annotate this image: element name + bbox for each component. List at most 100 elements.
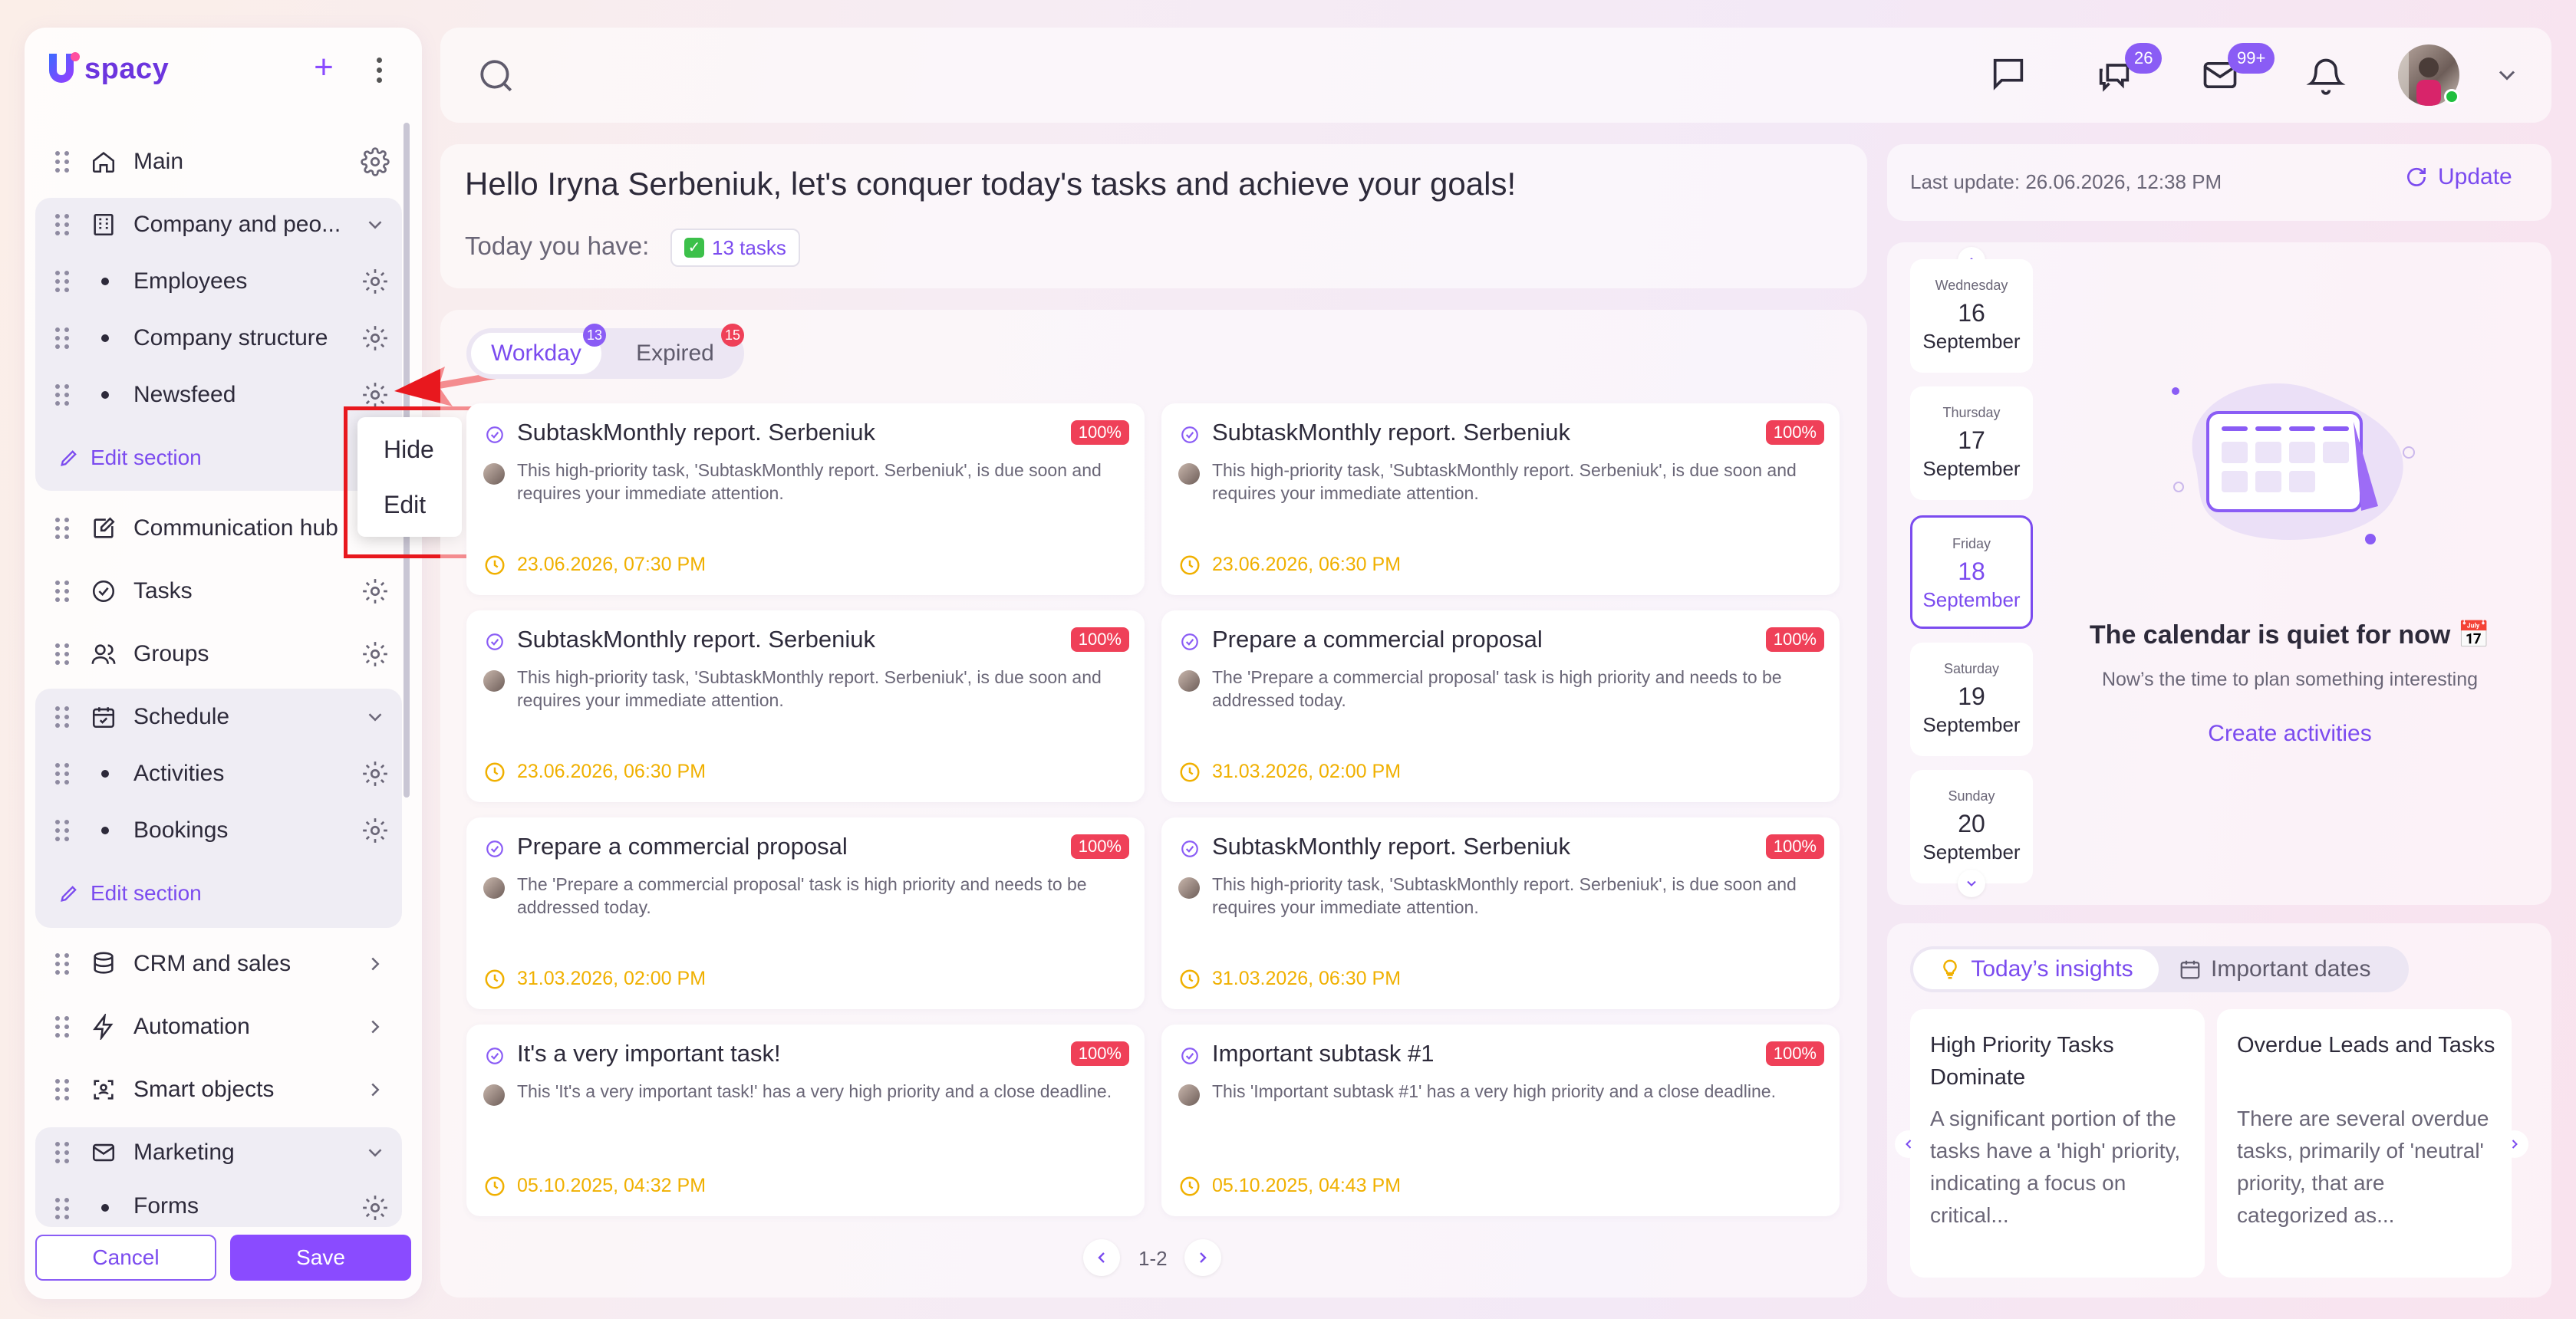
chat-icon[interactable]: [1988, 54, 2028, 94]
chevron-down-icon[interactable]: [364, 213, 387, 236]
workday-badge: 13: [583, 324, 606, 347]
next-page-button[interactable]: [1184, 1239, 1221, 1276]
tab-workday[interactable]: Workday: [471, 333, 601, 374]
task-card[interactable]: Prepare a commercial proposal 100% The 'Pr…: [1161, 610, 1840, 802]
insights-prev-button[interactable]: [1895, 1130, 1922, 1158]
gear-icon[interactable]: [361, 267, 390, 296]
gear-icon[interactable]: [361, 324, 390, 353]
drag-handle-icon[interactable]: [55, 763, 69, 784]
task-check-icon: [1181, 840, 1198, 857]
drag-handle-icon[interactable]: [55, 327, 69, 349]
calendar-day-19[interactable]: Saturday 19 September: [1910, 643, 2033, 756]
sidebar-item-label: Smart objects: [133, 1077, 275, 1102]
task-title: It's a very important task!: [517, 1040, 781, 1067]
drag-handle-icon[interactable]: [55, 384, 69, 406]
logo[interactable]: spacy: [44, 48, 169, 90]
gear-icon[interactable]: [361, 1193, 390, 1222]
task-card[interactable]: Prepare a commercial proposal 100% The 'Pr…: [466, 817, 1145, 1009]
bell-icon[interactable]: [2306, 55, 2346, 95]
edit-section-link[interactable]: Edit section: [58, 874, 202, 913]
assignee-avatar: [1178, 463, 1200, 485]
prev-page-button[interactable]: [1083, 1239, 1120, 1276]
sidebar-item-label: Schedule: [133, 704, 230, 729]
cancel-button[interactable]: Cancel: [35, 1235, 216, 1281]
sidebar-item-marketing[interactable]: Marketing: [46, 1126, 399, 1179]
drag-handle-icon[interactable]: [55, 151, 69, 173]
sidebar-item-forms[interactable]: Forms: [46, 1182, 399, 1230]
chevron-right-icon[interactable]: [364, 952, 387, 975]
edit-section-link[interactable]: Edit section: [58, 439, 202, 477]
drag-handle-icon[interactable]: [55, 1142, 69, 1163]
chevron-right-icon[interactable]: [364, 1015, 387, 1038]
drag-handle-icon[interactable]: [55, 1198, 69, 1219]
drag-handle-icon[interactable]: [55, 1016, 69, 1038]
building-icon: [94, 213, 114, 236]
more-vertical-icon[interactable]: [364, 51, 394, 89]
chevron-down-icon[interactable]: [364, 1141, 387, 1164]
sidebar-item-employees[interactable]: Employees: [46, 255, 399, 308]
drag-handle-icon[interactable]: [55, 581, 69, 602]
insight-body: A significant portion of the tasks have …: [1930, 1107, 2181, 1227]
lightbulb-icon: [1943, 959, 1958, 979]
task-deadline: 31.03.2026, 02:00 PM: [1212, 761, 1402, 782]
drag-handle-icon[interactable]: [55, 706, 69, 728]
chevron-right-icon[interactable]: [364, 1078, 387, 1101]
drag-handle-icon[interactable]: [55, 518, 69, 539]
gear-icon[interactable]: [361, 640, 390, 669]
tab-important-dates[interactable]: Important dates: [2179, 949, 2370, 989]
gear-icon[interactable]: [361, 147, 390, 176]
insight-card[interactable]: High Priority Tasks Dominate A significa…: [1910, 1009, 2205, 1278]
drag-handle-icon[interactable]: [55, 643, 69, 665]
calendar-down-button[interactable]: [1958, 870, 1985, 897]
sidebar-item-tasks[interactable]: Tasks: [46, 564, 399, 618]
gear-icon[interactable]: [361, 759, 390, 788]
sidebar-item-groups[interactable]: Groups: [46, 627, 399, 681]
gear-icon[interactable]: [361, 380, 390, 410]
chevron-down-icon[interactable]: [364, 706, 387, 729]
gear-icon[interactable]: [361, 577, 390, 606]
task-card[interactable]: SubtaskMonthly report. Serbeniuk 100% This…: [1161, 817, 1840, 1009]
chevron-down-icon[interactable]: [2493, 61, 2521, 89]
create-activities-link[interactable]: Create activities: [2071, 721, 2508, 747]
tab-expired[interactable]: Expired: [614, 333, 736, 374]
sidebar-item-crm[interactable]: CRM and sales: [46, 937, 399, 991]
sidebar-item-bookings[interactable]: Bookings: [46, 804, 399, 857]
insights-next-button[interactable]: [2501, 1130, 2528, 1158]
task-card[interactable]: It's a very important task! 100% This 'It'…: [466, 1025, 1145, 1216]
tab-todays-insights[interactable]: Today’s insights: [1913, 949, 2159, 989]
online-status-dot: [2444, 89, 2459, 104]
sidebar-item-company-structure[interactable]: Company structure: [46, 311, 399, 365]
drag-handle-icon[interactable]: [55, 271, 69, 292]
add-icon[interactable]: +: [307, 51, 341, 84]
sidebar-item-label: Company and peo...: [133, 212, 341, 237]
drag-handle-icon[interactable]: [55, 214, 69, 235]
day-month: September: [1922, 588, 2021, 611]
task-card[interactable]: SubtaskMonthly report. Serbeniuk 100% This…: [466, 403, 1145, 595]
drag-handle-icon[interactable]: [55, 953, 69, 975]
update-button[interactable]: Update: [2404, 164, 2512, 190]
sidebar-item-activities[interactable]: Activities: [46, 747, 399, 801]
search-icon[interactable]: [477, 57, 516, 95]
calendar-day-20[interactable]: Sunday 20 September: [1910, 770, 2033, 883]
sidebar-item-main[interactable]: Main: [46, 135, 399, 189]
calendar-day-16[interactable]: Wednesday 16 September: [1910, 259, 2033, 373]
drag-handle-icon[interactable]: [55, 1079, 69, 1100]
sidebar-item-automation[interactable]: Automation: [46, 1000, 399, 1054]
task-card[interactable]: SubtaskMonthly report. Serbeniuk 100% This…: [1161, 403, 1840, 595]
insight-card[interactable]: Overdue Leads and Tasks There are severa…: [2217, 1009, 2512, 1278]
calendar-day-18[interactable]: Friday 18 September: [1910, 515, 2033, 629]
clock-icon: [1180, 762, 1200, 782]
task-card[interactable]: Important subtask #1 100% This 'Important …: [1161, 1025, 1840, 1216]
tasks-count-chip[interactable]: ✓ 13 tasks: [670, 229, 800, 267]
sidebar-item-smart-objects[interactable]: Smart objects: [46, 1063, 399, 1117]
sidebar-item-label: Activities: [133, 761, 225, 786]
sidebar-item-schedule[interactable]: Schedule: [46, 690, 399, 744]
save-button[interactable]: Save: [230, 1235, 411, 1281]
assignee-avatar: [1178, 670, 1200, 692]
database-icon: [94, 952, 114, 974]
task-card[interactable]: SubtaskMonthly report. Serbeniuk 100% This…: [466, 610, 1145, 802]
calendar-day-17[interactable]: Thursday 17 September: [1910, 386, 2033, 500]
gear-icon[interactable]: [361, 816, 390, 845]
drag-handle-icon[interactable]: [55, 820, 69, 841]
sidebar-item-company[interactable]: Company and peo...: [46, 198, 399, 252]
